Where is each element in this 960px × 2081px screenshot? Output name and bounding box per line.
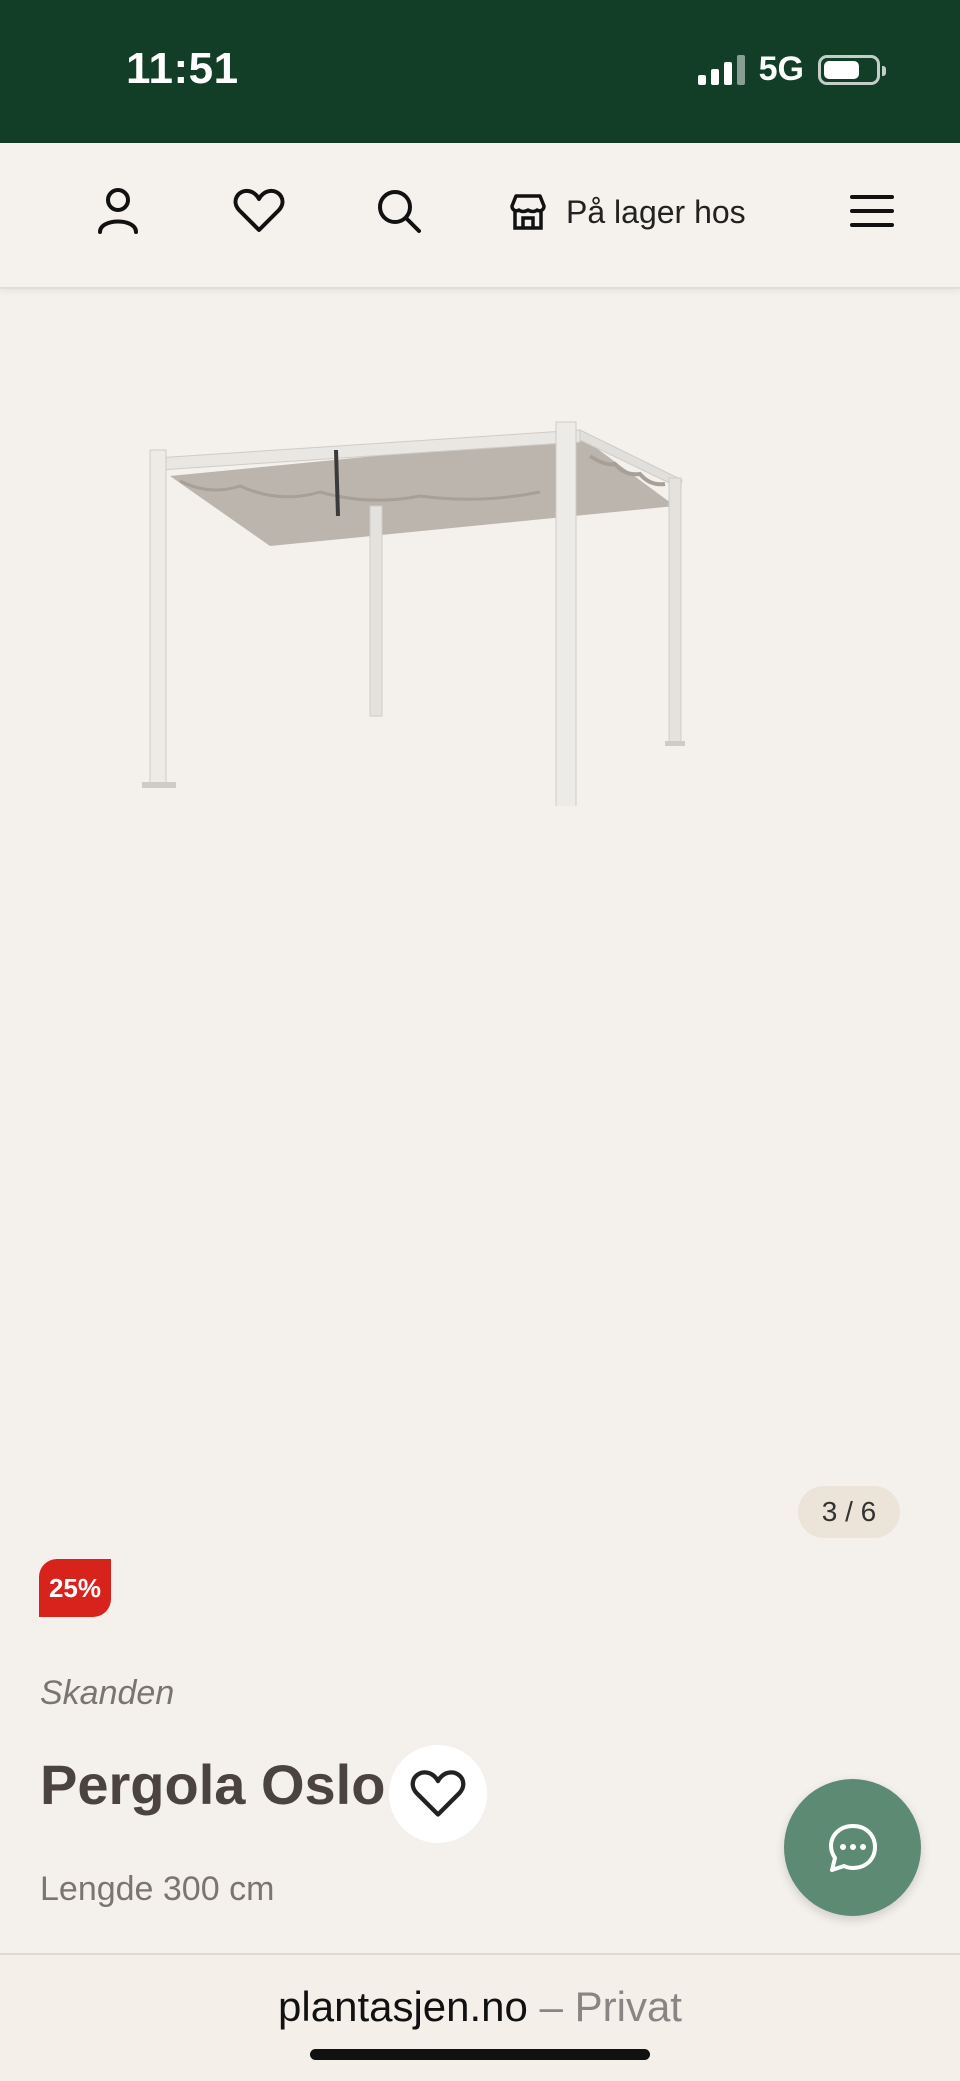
favorites-button[interactable] (229, 181, 289, 241)
menu-button[interactable] (842, 181, 902, 241)
product-brand[interactable]: Skanden (40, 1674, 174, 1713)
pergola-product-image (142, 421, 685, 806)
home-indicator[interactable] (310, 2049, 650, 2060)
url-text: plantasjen.no – Privat (0, 1983, 960, 2031)
browser-url-bar[interactable]: plantasjen.no – Privat (0, 1953, 960, 2081)
store-stock-label: På lager hos (566, 193, 746, 230)
battery-icon (818, 54, 886, 85)
product-title: Pergola Oslo (40, 1753, 386, 1816)
network-type: 5G (758, 50, 804, 88)
search-icon (378, 190, 421, 233)
user-icon (98, 188, 138, 234)
product-gallery[interactable]: 3 / 6 (0, 291, 960, 1541)
chat-icon (828, 1823, 877, 1872)
gallery-counter: 3 / 6 (798, 1486, 900, 1538)
signal-icon (697, 54, 745, 85)
store-icon (510, 194, 546, 230)
url-domain: plantasjen.no (278, 1983, 528, 2030)
heart-icon (410, 1770, 466, 1817)
status-time: 11:51 (126, 44, 239, 93)
status-bar: 11:51 5G (0, 0, 960, 143)
status-indicators: 5G (697, 50, 886, 89)
site-header: På lager hos (0, 143, 960, 289)
chat-button[interactable] (784, 1779, 921, 1916)
account-button[interactable] (88, 181, 148, 241)
product-variant: Lengde 300 cm (40, 1870, 275, 1908)
url-separator: – (539, 1983, 563, 2030)
browsing-mode: Privat (574, 1983, 682, 2030)
search-button[interactable] (369, 181, 429, 241)
heart-icon (233, 188, 285, 232)
store-stock-button[interactable]: På lager hos (508, 183, 746, 241)
discount-badge: 25% (39, 1559, 111, 1617)
menu-icon (850, 195, 894, 227)
add-to-favorites-button[interactable] (389, 1745, 487, 1843)
